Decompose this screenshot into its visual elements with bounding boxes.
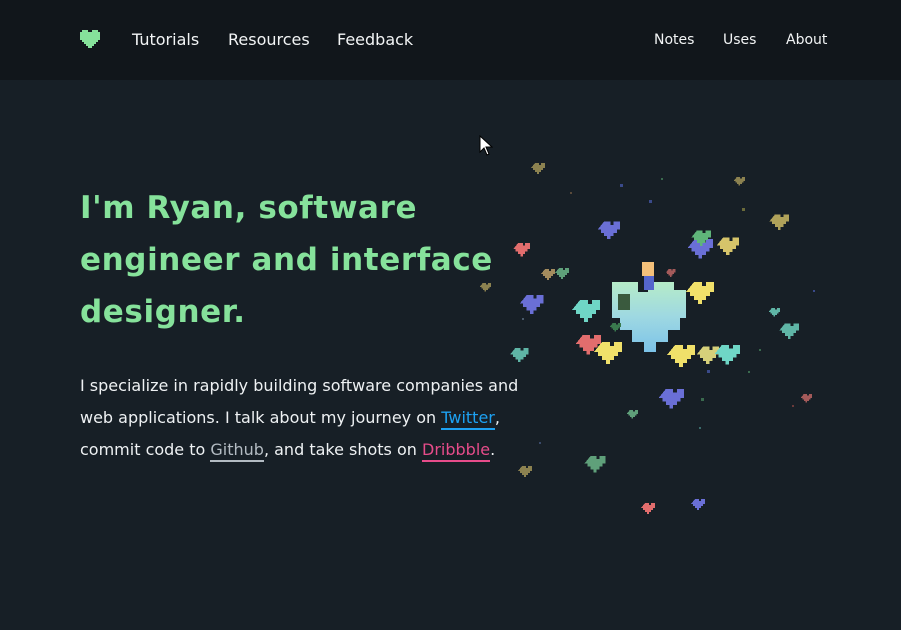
top-navigation-bar: Tutorials Resources Feedback Notes Uses … xyxy=(0,0,901,80)
nav-link-feedback[interactable]: Feedback xyxy=(337,30,413,49)
nav-link-resources[interactable]: Resources xyxy=(228,30,310,49)
heart-logo-icon[interactable] xyxy=(80,30,100,48)
nav-link-notes[interactable]: Notes xyxy=(654,32,694,48)
intro-text-3: , and take shots on xyxy=(263,440,422,459)
nav-link-uses[interactable]: Uses xyxy=(723,32,756,48)
nav-link-tutorials[interactable]: Tutorials xyxy=(132,30,199,49)
hero-intro: I specialize in rapidly building softwar… xyxy=(80,370,530,466)
pixel-heart-illustration xyxy=(479,163,815,514)
center-heart-icon xyxy=(612,262,686,352)
hero-heading: I'm Ryan, software engineer and interfac… xyxy=(80,190,493,330)
mouse-cursor-icon xyxy=(479,135,493,156)
github-link[interactable]: Github xyxy=(210,440,264,462)
nav-link-about[interactable]: About xyxy=(786,32,827,48)
